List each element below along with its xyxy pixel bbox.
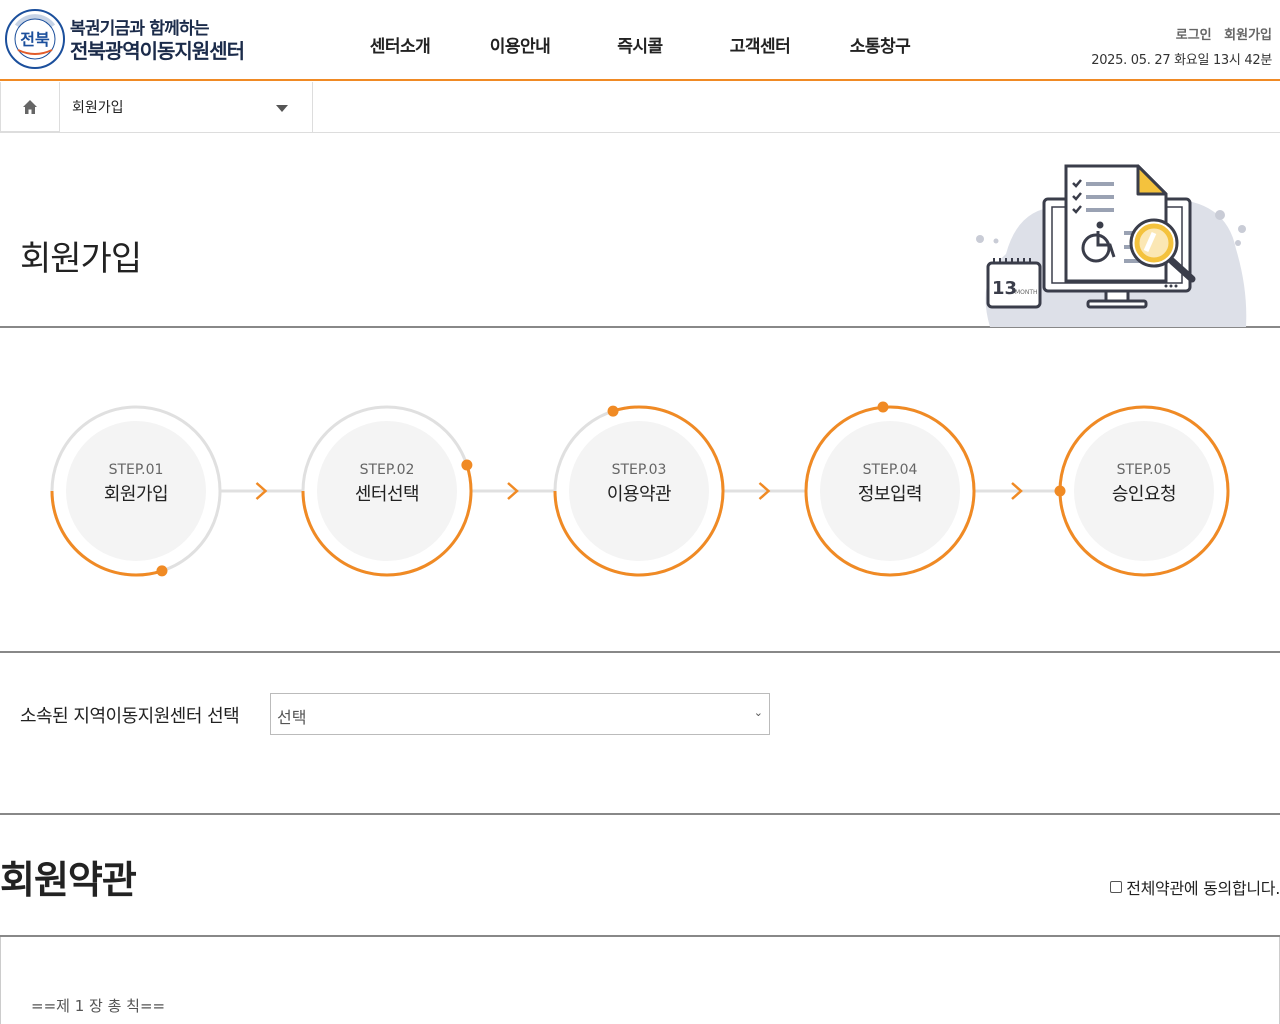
logo-name: 전북광역이동지원센터 — [70, 39, 245, 63]
logo-seal-icon: 전북 — [5, 9, 65, 69]
site-header: 전북 복권기금과 함께하는 전북광역이동지원센터 센터소개 이용안내 즉시콜 고… — [0, 0, 1280, 81]
chevron-down-icon: ⌄ — [753, 706, 763, 719]
breadcrumb-current: 회원가입 — [72, 100, 124, 116]
step-progress-dot — [877, 401, 889, 413]
step-number: STEP.04 — [862, 462, 918, 478]
step-progress-dot — [607, 405, 619, 417]
current-datetime: 2025. 05. 27 화요일 13시 42분 — [1091, 53, 1272, 68]
page-title: 회원가입 — [20, 239, 142, 279]
center-select-dropdown[interactable]: 선택 ⌄ — [270, 693, 770, 735]
step-name: 정보입력 — [857, 484, 923, 505]
step-item-5: STEP.05 승인요청 — [1074, 462, 1214, 506]
step-name: 승인요청 — [1111, 484, 1177, 505]
calendar-number: 13 — [992, 278, 1017, 299]
step-progress-dot — [1054, 485, 1066, 497]
center-select-value: 선택 — [277, 708, 307, 727]
nav-item-about[interactable]: 센터소개 — [340, 32, 460, 57]
step-number: STEP.01 — [108, 462, 164, 478]
step-progress-dot — [156, 565, 168, 577]
terms-chapter-heading: ==제 1 장 총 칙== — [31, 997, 166, 1015]
nav-item-support[interactable]: 고객센터 — [700, 32, 820, 57]
caret-down-icon — [276, 105, 288, 112]
login-link[interactable]: 로그인 — [1176, 28, 1212, 43]
nav-item-community[interactable]: 소통창구 — [820, 32, 940, 57]
step-number: STEP.05 — [1116, 462, 1172, 478]
calendar-word: MONTH — [1015, 289, 1038, 296]
terms-header: 회원약관 전체약관에 동의합니다. — [0, 815, 1280, 937]
breadcrumb-home-button[interactable] — [0, 82, 60, 132]
step-item-3: STEP.03 이용약관 — [569, 462, 709, 506]
logo-seal-text: 전북 — [20, 30, 50, 49]
site-logo[interactable]: 전북 복권기금과 함께하는 전북광역이동지원센터 — [4, 8, 254, 74]
step-progress-dot — [461, 459, 473, 471]
home-icon — [23, 99, 37, 114]
center-select-label: 소속된 지역이동지원센터 선택 — [20, 706, 240, 727]
agree-all-label: 전체약관에 동의합니다. — [1126, 879, 1280, 898]
logo-tagline: 복권기금과 함께하는 — [70, 19, 209, 39]
nav-item-instant-call[interactable]: 즉시콜 — [580, 32, 700, 57]
page-title-area: 회원가입 13 MONTH — [0, 133, 1280, 328]
join-link[interactable]: 회원가입 — [1224, 28, 1272, 43]
breadcrumb: 회원가입 — [0, 82, 1280, 133]
step-item-4: STEP.04 정보입력 — [820, 462, 960, 506]
breadcrumb-menu-select[interactable]: 회원가입 — [60, 82, 313, 132]
nav-item-guide[interactable]: 이용안내 — [460, 32, 580, 57]
signup-steps: STEP.01 회원가입 STEP.02 센터선택 STEP.03 이용약관 STEP.04… — [0, 328, 1280, 653]
step-name: 회원가입 — [103, 484, 169, 505]
center-select-section: 소속된 지역이동지원센터 선택 선택 ⌄ — [0, 653, 1280, 815]
step-number: STEP.03 — [611, 462, 667, 478]
agree-all-checkbox[interactable] — [1110, 881, 1123, 893]
step-number: STEP.02 — [359, 462, 415, 478]
utility-area: 로그인 회원가입 2025. 05. 27 화요일 13시 42분 — [1091, 24, 1272, 68]
terms-title: 회원약관 — [0, 858, 137, 902]
agree-all-terms[interactable]: 전체약관에 동의합니다. — [1110, 875, 1280, 899]
document-review-illustration: 13 MONTH — [976, 164, 1247, 327]
terms-content-box[interactable]: ==제 1 장 총 칙== — [0, 937, 1280, 1024]
step-name: 센터선택 — [354, 484, 420, 505]
step-item-2: STEP.02 센터선택 — [317, 462, 457, 506]
step-name: 이용약관 — [606, 484, 672, 505]
step-item-1: STEP.01 회원가입 — [66, 462, 206, 506]
main-nav: 센터소개 이용안내 즉시콜 고객센터 소통창구 — [340, 32, 940, 57]
